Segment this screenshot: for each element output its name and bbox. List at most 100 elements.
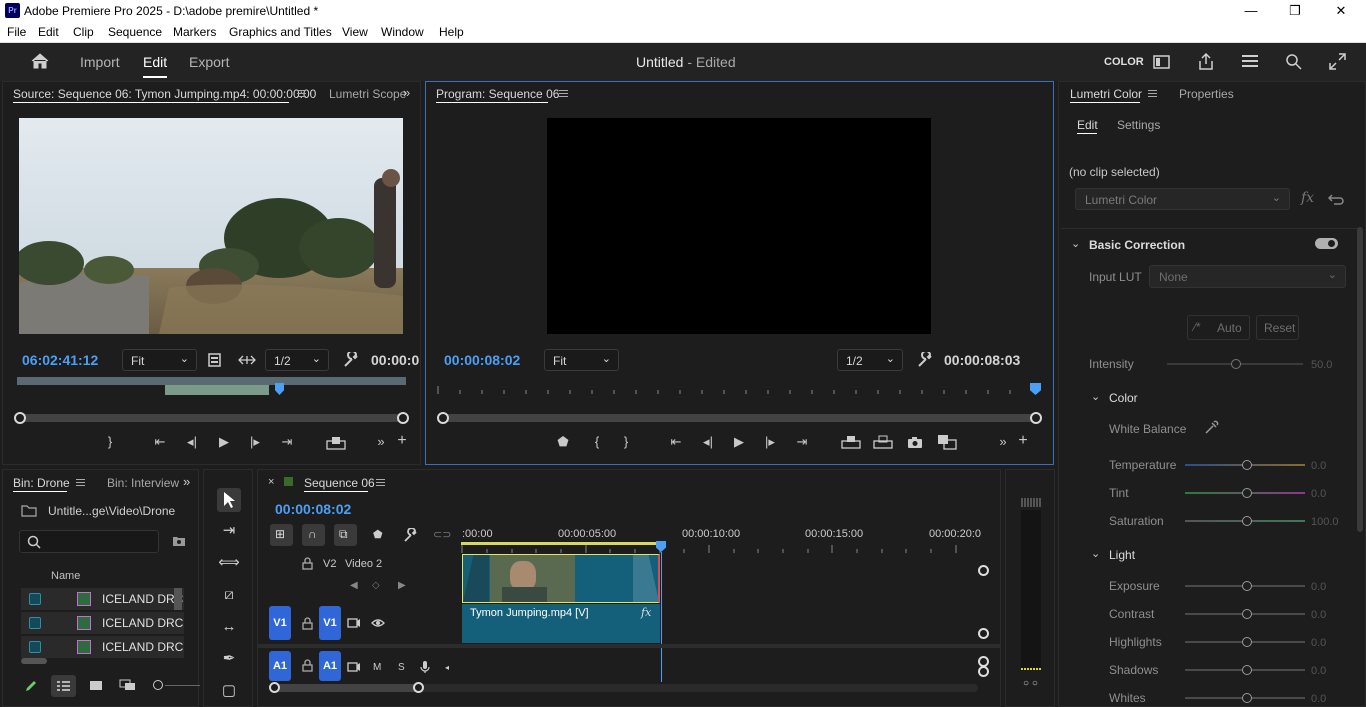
source-playhead[interactable] — [275, 383, 284, 395]
step-forward-icon[interactable]: |▸ — [246, 434, 264, 450]
intensity-slider-handle[interactable] — [1231, 359, 1241, 369]
voiceover-settings-icon[interactable]: ◂ — [445, 663, 449, 672]
whites-slider-handle[interactable] — [1242, 693, 1252, 703]
lock-track-icon[interactable] — [302, 617, 313, 630]
source-patch-v1[interactable]: V1 — [269, 606, 291, 640]
saturation-slider-handle[interactable] — [1242, 516, 1252, 526]
zoom-slider-track[interactable] — [165, 685, 200, 686]
source-playhead-timecode[interactable]: 06:02:41:12 — [22, 352, 98, 368]
reset-effect-icon[interactable] — [1328, 193, 1344, 205]
source-patch-a1[interactable]: A1 — [269, 651, 291, 681]
light-section-heading[interactable]: Light — [1109, 548, 1135, 562]
comparison-view-icon[interactable] — [937, 434, 957, 450]
fx-icon[interactable]: fx — [1301, 190, 1314, 206]
collapse-chevron-icon[interactable]: ⌄ — [1091, 390, 1100, 403]
menu-help[interactable]: Help — [439, 25, 464, 39]
close-tab-icon[interactable]: × — [268, 476, 274, 488]
more-panels-icon[interactable]: » — [403, 85, 410, 100]
linked-selection-button[interactable]: ⧉ — [334, 524, 357, 546]
panel-menu-icon[interactable] — [297, 90, 306, 97]
lumetri-subtab-edit[interactable]: Edit — [1077, 118, 1098, 132]
close-button[interactable]: ✕ — [1326, 2, 1356, 20]
whites-value[interactable]: 0.0 — [1311, 693, 1326, 705]
menu-markers[interactable]: Markers — [173, 25, 216, 39]
tab-bin-interview[interactable]: Bin: Interview — [107, 476, 179, 490]
panel-menu-icon[interactable] — [1148, 90, 1157, 97]
bin-horizontal-scrollbar[interactable] — [21, 658, 47, 664]
timeline-clip-v1[interactable]: Tymon Jumping.mp4 [V] fx — [462, 604, 660, 643]
go-to-out-icon[interactable]: ⇥ — [278, 434, 296, 450]
vertical-scroll-handle[interactable] — [978, 666, 989, 677]
list-item[interactable]: ICELAND DRC — [21, 612, 184, 634]
lumetri-scrollbar[interactable] — [1357, 227, 1363, 532]
tab-sequence[interactable]: Sequence 06 — [304, 476, 375, 490]
timeline-settings-wrench-icon[interactable] — [403, 528, 418, 543]
add-keyframe-icon[interactable]: ◇ — [372, 580, 380, 591]
column-header-name[interactable]: Name — [51, 570, 80, 582]
program-playhead-timecode[interactable]: 00:00:08:02 — [444, 352, 520, 368]
exposure-slider-handle[interactable] — [1242, 581, 1252, 591]
track-label-v2[interactable]: V2 — [323, 558, 336, 570]
source-zoom-right-handle[interactable] — [397, 412, 409, 424]
progress-icon[interactable] — [1241, 54, 1259, 69]
source-timeline-ruler[interactable] — [17, 377, 406, 385]
saturation-value[interactable]: 100.0 — [1311, 516, 1339, 528]
more-controls-icon[interactable]: » — [372, 434, 390, 449]
razor-tool-icon[interactable]: ⧄ — [218, 584, 240, 606]
track-select-tool-icon[interactable]: ⇥ — [218, 520, 240, 542]
highlights-slider-handle[interactable] — [1242, 637, 1252, 647]
eye-icon[interactable] — [371, 618, 385, 628]
source-zoom-left-handle[interactable] — [14, 412, 26, 424]
menu-sequence[interactable]: Sequence — [108, 25, 162, 39]
vertical-scroll-handle[interactable] — [978, 565, 989, 576]
insert-clip-icon[interactable] — [208, 353, 222, 367]
timeline-playhead-timecode[interactable]: 00:00:08:02 — [275, 501, 351, 517]
collapse-chevron-icon[interactable]: ⌄ — [1091, 547, 1100, 560]
vertical-scroll-handle[interactable] — [978, 628, 989, 639]
wrench-icon[interactable] — [343, 352, 359, 368]
ripple-edit-tool-icon[interactable]: ⟺ — [218, 552, 240, 574]
shadows-slider-handle[interactable] — [1242, 665, 1252, 675]
fullscreen-icon[interactable] — [1329, 53, 1346, 70]
more-panels-icon[interactable]: » — [183, 474, 190, 489]
clip-fx-badge[interactable]: fx — [641, 606, 651, 619]
step-back-icon[interactable]: ◂| — [699, 434, 717, 450]
new-bin-icon[interactable] — [172, 535, 186, 547]
menu-graphics-and-titles[interactable]: Graphics and Titles — [229, 25, 332, 39]
tab-properties[interactable]: Properties — [1179, 87, 1234, 101]
contrast-value[interactable]: 0.0 — [1311, 609, 1326, 621]
share-icon[interactable] — [1197, 53, 1215, 70]
source-zoom-dropdown[interactable]: Fit ⌄ — [122, 349, 197, 371]
icon-view-icon[interactable] — [89, 680, 103, 691]
panel-menu-icon[interactable] — [76, 479, 85, 486]
auto-button[interactable]: ⁄* Auto — [1187, 315, 1250, 340]
add-marker-icon[interactable]: ⬟ — [373, 528, 383, 541]
menu-view[interactable]: View — [342, 25, 368, 39]
timeline-ruler[interactable] — [461, 542, 981, 554]
track-target-a1[interactable]: A1 — [319, 651, 341, 681]
captions-icon[interactable]: ⊂⊃ — [433, 528, 451, 541]
sync-lock-icon[interactable] — [347, 618, 361, 628]
go-to-in-icon[interactable]: ⇤ — [151, 434, 169, 450]
go-to-out-icon[interactable]: ⇥ — [793, 434, 811, 450]
selection-tool-button[interactable] — [217, 488, 241, 512]
tab-lumetri-scope[interactable]: Lumetri Scope — [329, 87, 406, 101]
basic-correction-heading[interactable]: Basic Correction — [1089, 238, 1185, 252]
bin-search-input[interactable] — [19, 530, 159, 553]
rectangle-tool-icon[interactable]: ▢ — [218, 680, 240, 702]
sync-lock-icon[interactable] — [347, 662, 361, 672]
program-zoom-right-handle[interactable] — [1030, 412, 1042, 424]
workspace-label[interactable]: COLOR — [1104, 56, 1144, 68]
zoom-slider-handle[interactable] — [153, 680, 163, 690]
more-controls-icon[interactable]: » — [994, 434, 1012, 449]
temperature-value[interactable]: 0.0 — [1311, 460, 1326, 472]
nav-edit[interactable]: Edit — [143, 54, 167, 70]
intensity-value[interactable]: 50.0 — [1311, 359, 1332, 371]
tint-value[interactable]: 0.0 — [1311, 488, 1326, 500]
step-back-icon[interactable]: ◂| — [183, 434, 201, 450]
prev-keyframe-icon[interactable]: ◀ — [350, 580, 358, 591]
panel-menu-icon[interactable] — [559, 90, 568, 97]
exposure-value[interactable]: 0.0 — [1311, 581, 1326, 593]
timeline-zoom-right-handle[interactable] — [413, 682, 424, 693]
play-icon[interactable]: ▶ — [730, 434, 748, 450]
